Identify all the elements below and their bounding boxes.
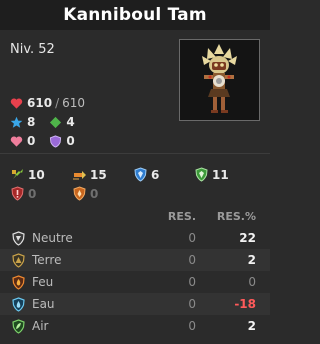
red-shield-icon [11,186,24,201]
ap-mp-row: 8 4 [10,115,89,129]
air-icon [12,318,25,334]
pink-heart-icon [10,135,23,147]
divider [0,153,270,154]
misc-stat-power: 15 [72,167,107,182]
shield-value: 0 [66,134,75,148]
misc-stat-orange-shield: 0 [72,186,98,201]
misc-stat-damage: 10 [10,167,45,182]
hp-current: 610 [27,96,53,110]
hp-shield-stat: 0 [10,134,35,148]
shield-stat: 0 [49,134,75,148]
extra-row: 0 0 [10,134,89,148]
hp-row: 610 / 610 [10,96,85,110]
res-pct-header: RES.% [216,210,256,223]
neutral-icon [12,230,25,246]
green-shield-icon [195,167,208,182]
res-row-air: Air 0 2 [0,315,270,337]
blue-shield-icon [134,167,147,182]
damage-icon [12,169,23,180]
star-icon [10,116,23,128]
fire-icon [12,274,25,290]
power-icon [73,171,86,180]
misc-stat-red-shield: 0 [10,186,36,201]
hp-shield-value: 0 [27,134,36,148]
ap-stat: 8 [10,115,35,129]
purple-shield-icon [50,134,62,148]
orange-shield-icon [73,186,86,201]
character-portrait [179,39,260,121]
heart-icon [10,97,23,109]
res-row-neutre: Neutre 0 22 [0,227,270,249]
earth-icon [12,252,25,268]
title-bar: Kanniboul Tam [0,0,270,30]
res-row-feu: Feu 0 0 [0,271,270,293]
mp-value: 4 [66,115,75,129]
res-row-terre: Terre 0 2 [0,249,270,271]
water-icon [12,296,25,312]
misc-stat-green-shield: 11 [194,167,229,182]
mp-stat: 4 [49,115,75,129]
character-name: Kanniboul Tam [63,5,207,25]
res-row-eau: Eau 0 -18 [0,293,270,315]
diamond-icon [50,116,62,128]
misc-stat-blue-shield: 6 [133,167,159,182]
character-avatar-image [202,44,237,113]
hp-max: 610 [62,96,86,110]
ap-value: 8 [27,115,36,129]
res-header: RES. [167,210,196,223]
character-level: Niv. 52 [10,42,55,57]
